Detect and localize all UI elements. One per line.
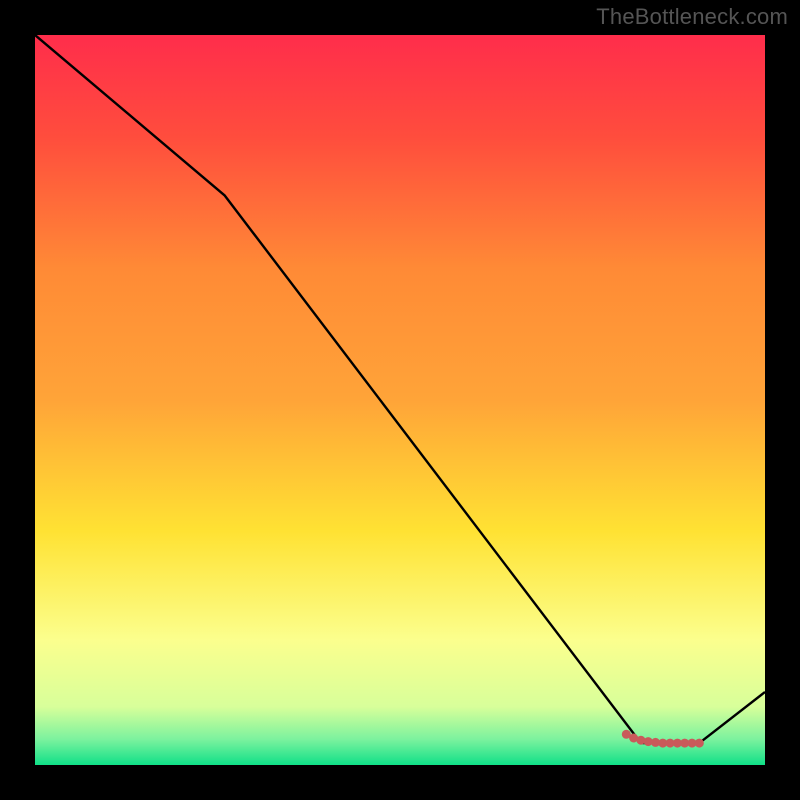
watermark-text: TheBottleneck.com (596, 4, 788, 30)
marker-dot (695, 739, 704, 748)
gradient-background (35, 35, 765, 765)
chart-svg (35, 35, 765, 765)
plot-area (35, 35, 765, 765)
chart-container: TheBottleneck.com (0, 0, 800, 800)
